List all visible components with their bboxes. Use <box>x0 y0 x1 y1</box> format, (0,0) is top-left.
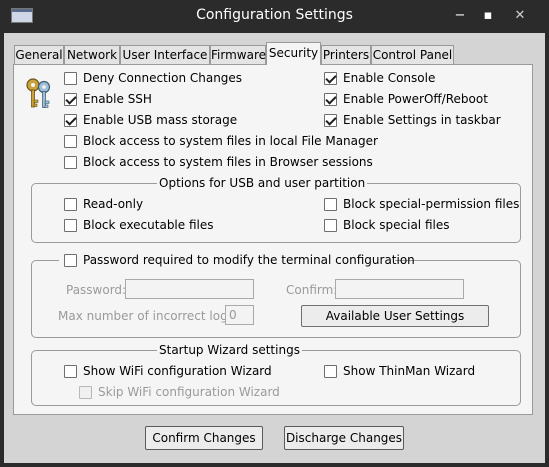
usb-options-group <box>31 183 521 243</box>
max-incorrect-login-field[interactable] <box>225 305 254 325</box>
tab-general[interactable]: General <box>14 45 64 64</box>
tab-firmware[interactable]: Firmware <box>210 45 266 64</box>
checkbox-enable-usb-mass-storage[interactable] <box>64 114 77 127</box>
tab-security[interactable]: Security <box>266 42 321 65</box>
dialog-body: General Network User Interface Firmware … <box>4 33 545 463</box>
checkbox-read-only[interactable] <box>64 198 77 211</box>
checkbox-password-required[interactable] <box>64 254 77 267</box>
label-skip-wifi-wizard: Skip WiFi configuration Wizard <box>98 385 280 399</box>
startup-wizard-title: Startup Wizard settings <box>157 343 302 358</box>
checkbox-deny-connection-changes[interactable] <box>64 72 77 85</box>
label-enable-console: Enable Console <box>343 71 436 85</box>
label-enable-usb-mass-storage: Enable USB mass storage <box>83 113 238 127</box>
checkbox-block-special-files[interactable] <box>324 219 337 232</box>
label-block-special-files: Block special files <box>343 218 450 232</box>
checkbox-block-local-file-manager[interactable] <box>64 135 77 148</box>
label-deny-connection-changes: Deny Connection Changes <box>83 71 243 85</box>
security-panel: Deny Connection Changes Enable SSH Enabl… <box>13 64 533 415</box>
checkbox-enable-settings-taskbar[interactable] <box>324 114 337 127</box>
label-enable-ssh: Enable SSH <box>83 92 152 106</box>
label-block-special-permission-files: Block special-permission files <box>343 197 520 211</box>
label-read-only: Read-only <box>83 197 144 211</box>
checkbox-block-executable-files[interactable] <box>64 219 77 232</box>
checkbox-block-browser-sessions[interactable] <box>64 156 77 169</box>
checkbox-show-wifi-wizard[interactable] <box>64 365 77 378</box>
tab-printers[interactable]: Printers <box>321 45 371 64</box>
label-password: Password: <box>66 283 127 297</box>
tab-user-interface[interactable]: User Interface <box>120 45 210 64</box>
label-show-thinman-wizard: Show ThinMan Wizard <box>343 364 476 378</box>
label-block-executable-files: Block executable files <box>83 218 214 232</box>
keys-icon <box>26 78 51 108</box>
confirm-changes-button[interactable]: Confirm Changes <box>145 426 263 450</box>
label-show-wifi-wizard: Show WiFi configuration Wizard <box>83 364 272 378</box>
tab-network[interactable]: Network <box>64 45 120 64</box>
label-block-browser-sessions: Block access to system files in Browser … <box>83 155 373 169</box>
confirm-field[interactable] <box>335 279 464 299</box>
password-field[interactable] <box>125 279 254 299</box>
maximize-icon[interactable]: ▪ <box>478 8 498 24</box>
checkbox-enable-ssh[interactable] <box>64 93 77 106</box>
label-enable-poweroff-reboot: Enable PowerOff/Reboot <box>343 92 488 106</box>
minimize-icon[interactable]: − <box>450 8 470 24</box>
available-user-settings-button[interactable]: Available User Settings <box>301 305 489 327</box>
discharge-changes-button[interactable]: Discharge Changes <box>284 426 404 450</box>
checkbox-enable-poweroff-reboot[interactable] <box>324 93 337 106</box>
usb-options-title: Options for USB and user partition <box>157 176 368 191</box>
label-max-incorrect-login: Max number of incorrect login: <box>58 309 243 323</box>
label-enable-settings-taskbar: Enable Settings in taskbar <box>343 113 501 127</box>
label-block-local-file-manager: Block access to system files in local Fi… <box>83 134 378 148</box>
checkbox-enable-console[interactable] <box>324 72 337 85</box>
tab-control-panel[interactable]: Control Panel <box>371 45 454 64</box>
checkbox-skip-wifi-wizard[interactable] <box>79 386 92 399</box>
label-confirm: Confirm: <box>286 283 338 297</box>
checkbox-block-special-permission-files[interactable] <box>324 198 337 211</box>
checkbox-show-thinman-wizard[interactable] <box>324 365 337 378</box>
close-icon[interactable]: ✕ <box>510 8 530 24</box>
label-password-required: Password required to modify the terminal… <box>83 253 415 267</box>
